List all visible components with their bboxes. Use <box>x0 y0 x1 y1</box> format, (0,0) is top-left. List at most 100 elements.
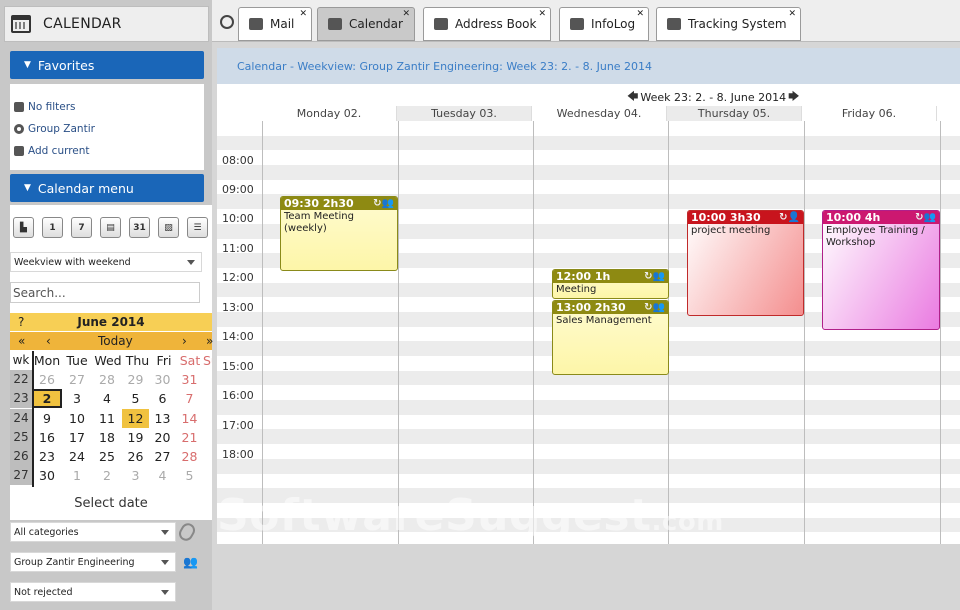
day-cell[interactable]: 13 <box>149 411 176 426</box>
prev-month-button[interactable]: ‹ <box>46 334 51 348</box>
day-cell[interactable]: 26 <box>32 372 62 387</box>
recurring-icon: ↻👥 <box>644 271 665 282</box>
week-view-icon[interactable]: 7 <box>71 217 92 238</box>
day-cell[interactable]: 14 <box>176 411 203 426</box>
trash-icon <box>14 102 24 112</box>
owner-select[interactable]: Group Zantir Engineering <box>10 552 176 572</box>
day-cell[interactable]: 27 <box>149 449 176 464</box>
categories-select[interactable]: All categories <box>10 522 176 542</box>
favorite-no-filters[interactable]: No filters <box>14 101 76 113</box>
close-icon[interactable]: ✕ <box>788 9 796 19</box>
day-header-tuesday[interactable]: Tuesday 03. <box>397 106 532 121</box>
view-select[interactable]: Weekview with weekend <box>10 252 202 272</box>
calendar-menu-header[interactable]: ▼ Calendar menu <box>10 174 204 202</box>
day-cell[interactable]: 1 <box>62 468 92 483</box>
home-icon[interactable] <box>220 15 234 29</box>
close-icon[interactable]: ✕ <box>538 9 546 19</box>
recurring-icon: ↻👤 <box>779 212 800 223</box>
day-cell[interactable]: 27 <box>62 372 92 387</box>
prev-year-button[interactable]: « <box>18 334 25 348</box>
day-cell[interactable]: 21 <box>176 430 203 445</box>
day-view-icon[interactable]: 1 <box>42 217 63 238</box>
day-cell[interactable]: 17 <box>62 430 92 445</box>
search-input[interactable] <box>10 282 200 303</box>
planner-view-icon[interactable]: ▨ <box>158 217 179 238</box>
day-cell[interactable]: 25 <box>92 449 122 464</box>
day-cell[interactable]: 29 <box>122 372 149 387</box>
next-year-button[interactable]: » <box>206 334 213 348</box>
event-sales-management[interactable]: 13:00 2h30 ↻👥 Sales Management <box>552 300 669 375</box>
list-view-icon[interactable]: ☰ <box>187 217 208 238</box>
day-cell[interactable]: 18 <box>92 430 122 445</box>
event-time: 10:00 4h <box>826 211 881 224</box>
infolog-icon <box>570 18 584 30</box>
close-icon[interactable]: ✕ <box>402 9 410 19</box>
favorite-group-zantir[interactable]: Group Zantir <box>14 123 95 135</box>
favorite-add-current[interactable]: Add current <box>14 145 90 157</box>
add-icon[interactable]: ▙ <box>13 217 34 238</box>
workweek-view-icon[interactable]: ▤ <box>100 217 121 238</box>
day-cell[interactable]: 5 <box>122 391 149 406</box>
tab-tracking-system[interactable]: Tracking System ✕ <box>656 7 801 41</box>
select-date-button[interactable]: Select date <box>10 496 212 511</box>
day-cell[interactable]: 2 <box>92 468 122 483</box>
event-meeting[interactable]: 12:00 1h ↻👥 Meeting <box>552 269 669 299</box>
week-number[interactable]: 27 <box>10 466 32 486</box>
arrow-left-icon[interactable]: 🡄 <box>627 88 638 107</box>
close-icon[interactable]: ✕ <box>299 9 307 19</box>
weekday-header-row: wk Mon Tue Wed Thu Fri Sat Su <box>10 351 212 371</box>
day-cell[interactable]: 24 <box>62 449 92 464</box>
day-cell[interactable]: 10 <box>62 411 92 426</box>
day-cell-today[interactable]: 2 <box>32 389 62 409</box>
day-cell[interactable]: 30 <box>32 468 62 483</box>
day-cell[interactable]: 6 <box>149 391 176 406</box>
day-cell[interactable]: 16 <box>32 430 62 445</box>
day-header-thursday[interactable]: Thursday 05. <box>667 106 802 121</box>
day-cell[interactable]: 9 <box>32 411 62 426</box>
paperclip-icon[interactable] <box>176 520 198 544</box>
event-project-meeting[interactable]: 10:00 3h30 ↻👤 project meeting <box>687 210 804 316</box>
day-cell[interactable]: 4 <box>149 468 176 483</box>
day-cell[interactable]: 26 <box>122 449 149 464</box>
week-number[interactable]: 24 <box>10 408 32 428</box>
recurring-icon: ↻👥 <box>373 198 394 209</box>
week-number[interactable]: 25 <box>10 427 32 447</box>
day-cell[interactable]: 4 <box>92 391 122 406</box>
week-number[interactable]: 26 <box>10 447 32 467</box>
day-cell[interactable]: 7 <box>176 391 203 406</box>
tab-address-book[interactable]: Address Book ✕ <box>423 7 551 41</box>
close-icon[interactable]: ✕ <box>636 9 644 19</box>
tab-calendar[interactable]: Calendar ✕ <box>317 7 415 41</box>
categories-select-value: All categories <box>14 526 79 538</box>
users-icon[interactable]: 👥 <box>183 555 198 569</box>
day-cell[interactable]: 20 <box>149 430 176 445</box>
day-cell[interactable]: 5 <box>176 468 203 483</box>
day-cell[interactable]: 11 <box>92 411 122 426</box>
day-cell[interactable]: 19 <box>122 430 149 445</box>
day-cell[interactable]: 30 <box>149 372 176 387</box>
day-cell[interactable]: 28 <box>92 372 122 387</box>
next-month-button[interactable]: › <box>182 334 187 348</box>
day-cell[interactable]: 3 <box>122 468 149 483</box>
day-cell[interactable]: 3 <box>62 391 92 406</box>
day-cell[interactable]: 23 <box>32 449 62 464</box>
tab-mail[interactable]: Mail ✕ <box>238 7 312 41</box>
event-employee-training[interactable]: 10:00 4h ↻👥 Employee Training / Workshop <box>822 210 940 330</box>
month-view-icon[interactable]: 31 <box>129 217 150 238</box>
tab-infolog[interactable]: InfoLog ✕ <box>559 7 649 41</box>
day-cell[interactable]: 28 <box>176 449 203 464</box>
day-header-friday[interactable]: Friday 06. <box>802 106 937 121</box>
day-header-wednesday[interactable]: Wednesday 04. <box>532 106 667 121</box>
event-team-meeting[interactable]: 09:30 2h30 ↻👥 Team Meeting (weekly) <box>280 196 398 271</box>
favorites-header[interactable]: ▼ Favorites <box>10 51 204 79</box>
day-cell-selected[interactable]: 12 <box>122 408 149 428</box>
today-button[interactable]: Today <box>98 334 133 348</box>
arrow-right-icon[interactable]: 🡆 <box>788 88 799 107</box>
week-number[interactable]: 22 <box>10 370 32 390</box>
filter-select[interactable]: Not rejected <box>10 582 176 602</box>
day-cell[interactable]: 31 <box>176 372 203 387</box>
week-number[interactable]: 23 <box>10 389 32 409</box>
week-row: 22 26 27 28 29 30 31 <box>10 370 212 390</box>
calendar-icon <box>11 15 31 33</box>
day-header-monday[interactable]: Monday 02. <box>262 106 397 121</box>
